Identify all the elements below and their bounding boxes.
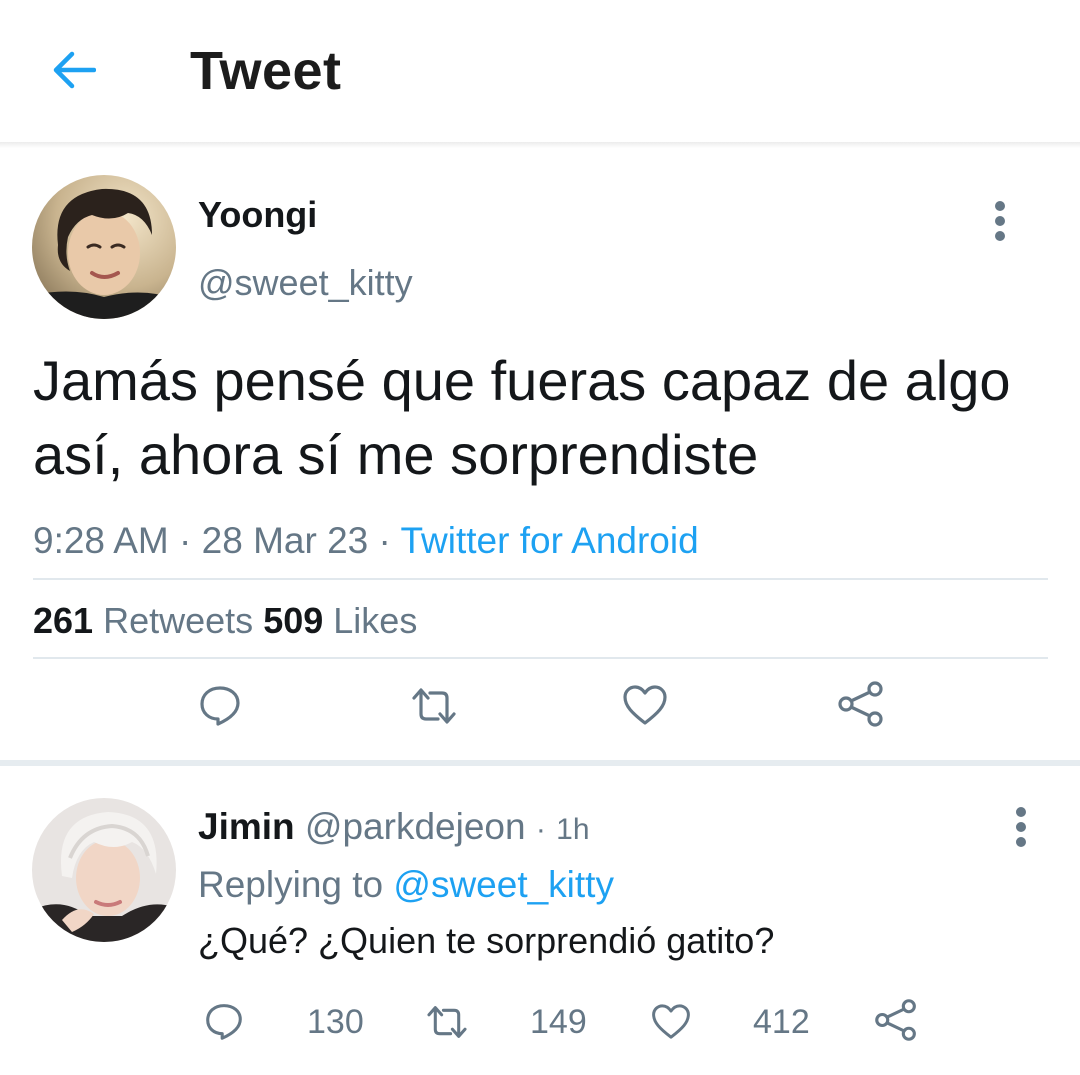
page-title: Tweet bbox=[190, 41, 342, 101]
replying-label: Replying to bbox=[198, 864, 384, 905]
section-divider bbox=[0, 760, 1080, 766]
reply-count: 130 bbox=[307, 1003, 364, 1041]
divider bbox=[33, 578, 1048, 580]
replying-to: Replying to @sweet_kitty bbox=[198, 864, 614, 906]
retweets-count[interactable]: 261 bbox=[33, 600, 93, 641]
author-name[interactable]: Yoongi bbox=[198, 194, 317, 236]
top-bar: Tweet bbox=[0, 0, 1080, 142]
share-icon[interactable] bbox=[874, 998, 918, 1042]
reply-icon[interactable] bbox=[205, 1002, 243, 1040]
retweet-icon[interactable] bbox=[410, 686, 458, 726]
retweets-label[interactable]: Retweets bbox=[103, 600, 253, 641]
more-options-icon[interactable] bbox=[993, 200, 1007, 242]
reply-header: Jimin @parkdejeon · 1h bbox=[198, 806, 590, 848]
tweet-text: Jamás pensé que fueras capaz de algo así… bbox=[33, 349, 1011, 486]
arrow-left-icon[interactable] bbox=[50, 50, 96, 90]
like-count: 412 bbox=[753, 1003, 810, 1041]
top-bar-shadow bbox=[0, 142, 1080, 148]
tweet-time: 9:28 AM bbox=[33, 520, 169, 561]
like-icon[interactable] bbox=[651, 1003, 691, 1040]
tweet-source-link[interactable]: Twitter for Android bbox=[400, 520, 698, 561]
retweet-count: 149 bbox=[530, 1003, 587, 1041]
share-icon[interactable] bbox=[837, 680, 885, 728]
tweet-meta: 9:28 AM · 28 Mar 23 · Twitter for Androi… bbox=[33, 520, 699, 562]
reply-text: ¿Qué? ¿Quien te sorprendió gatito? bbox=[198, 920, 775, 961]
divider bbox=[33, 657, 1048, 659]
reply-author-name[interactable]: Jimin bbox=[198, 806, 295, 847]
meta-separator: · bbox=[378, 520, 391, 561]
likes-count[interactable]: 509 bbox=[263, 600, 323, 641]
replying-mention-link[interactable]: @sweet_kitty bbox=[393, 864, 614, 905]
reply-author-handle[interactable]: @parkdejeon bbox=[305, 806, 526, 847]
retweet-icon[interactable] bbox=[425, 1004, 469, 1040]
reply-icon[interactable] bbox=[199, 684, 241, 726]
likes-label[interactable]: Likes bbox=[333, 600, 417, 641]
author-handle[interactable]: @sweet_kitty bbox=[198, 262, 413, 304]
avatar[interactable] bbox=[32, 175, 176, 319]
reply-separator: · bbox=[535, 813, 546, 846]
meta-separator: · bbox=[179, 520, 192, 561]
more-options-icon[interactable] bbox=[1014, 806, 1028, 848]
tweet-stats: 261 Retweets 509 Likes bbox=[33, 600, 417, 642]
like-icon[interactable] bbox=[622, 684, 668, 726]
reply-time: 1h bbox=[556, 813, 590, 846]
reply-avatar[interactable] bbox=[32, 798, 176, 942]
tweet-date: 28 Mar 23 bbox=[201, 520, 369, 561]
